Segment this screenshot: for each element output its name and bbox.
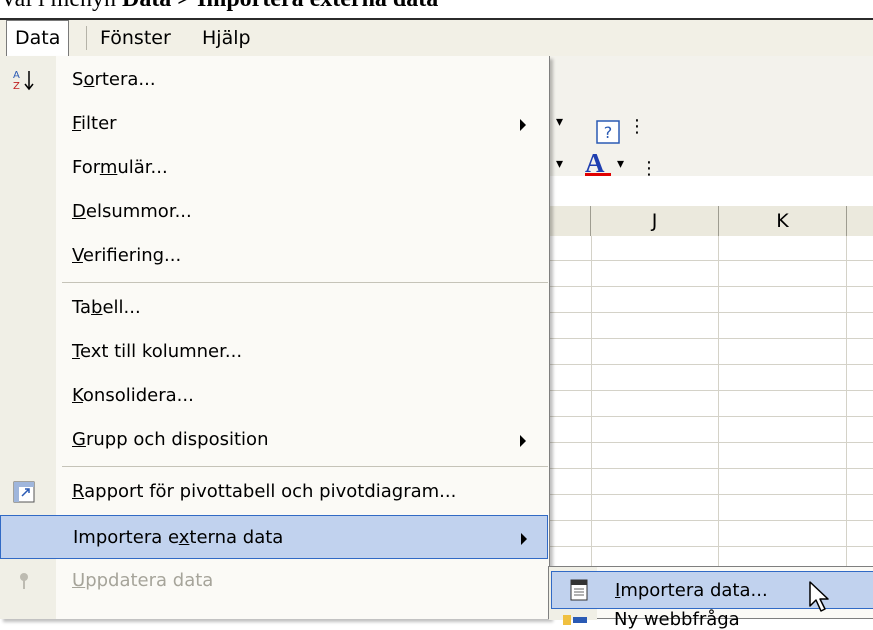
menu-fonster[interactable]: Fönster <box>92 20 179 56</box>
menu-item-sortera[interactable]: A Z Sortera... <box>0 58 548 102</box>
help-icon[interactable]: ? <box>596 120 620 144</box>
web-query-icon <box>563 615 587 625</box>
menu-item-verifiering[interactable]: Verifiering... <box>0 234 548 278</box>
column-header-k[interactable]: K <box>719 206 847 236</box>
grid-line <box>548 520 873 521</box>
mouse-cursor-icon <box>809 581 829 612</box>
menu-item-formular[interactable]: Formulär... <box>0 146 548 190</box>
menu-item-konsolidera[interactable]: Konsolidera... <box>0 374 548 418</box>
refresh-icon <box>20 573 28 589</box>
grid-line <box>548 260 873 261</box>
menu-bar: Data Fönster Hjälp <box>0 20 873 56</box>
svg-text:Z: Z <box>13 81 20 92</box>
toolbar-options-chevron[interactable]: ⋮ <box>628 116 646 137</box>
svg-text:A: A <box>13 70 20 81</box>
column-header-i[interactable] <box>548 206 591 236</box>
grid-line <box>548 494 873 495</box>
data-menu-dropdown: A Z Sortera... Filter Formulär... Delsum… <box>0 56 550 619</box>
grid-line <box>548 364 873 365</box>
menu-item-importera-externa-data[interactable]: Importera externa data <box>0 515 548 559</box>
grid-line <box>548 546 873 547</box>
menu-item-uppdatera-data: Uppdatera data <box>0 559 548 603</box>
grid-line <box>548 468 873 469</box>
grid-line <box>846 236 847 619</box>
svg-text:?: ? <box>604 123 613 142</box>
menu-item-filter[interactable]: Filter <box>0 102 548 146</box>
page-caption: Val i menyn Data > Importera externa dat… <box>0 0 438 16</box>
zoom-dropdown-arrow[interactable]: ▾ <box>556 114 563 130</box>
grid-line <box>548 416 873 417</box>
menu-hjalp[interactable]: Hjälp <box>194 20 259 56</box>
menubar-separator <box>86 26 87 50</box>
sort-ascending-icon: A Z <box>13 70 34 92</box>
excel-window: Data Fönster Hjälp ▾ ? ⋮ ▾ A ▾ ⋮ J K A Z… <box>0 18 873 630</box>
menu-separator <box>62 466 548 467</box>
menu-data[interactable]: Data <box>6 20 70 56</box>
menu-item-delsummor[interactable]: Delsummor... <box>0 190 548 234</box>
grid-line <box>591 236 592 619</box>
column-headers: J K <box>548 206 873 237</box>
caption-path: Data > Importera externa data <box>122 0 438 12</box>
caption-prefix: Val i menyn <box>0 0 122 12</box>
fill-color-dropdown-arrow[interactable]: ▾ <box>556 156 563 172</box>
menu-item-tabell[interactable]: Tabell... <box>0 286 548 330</box>
submenu-arrow-icon <box>520 435 526 447</box>
menu-separator <box>62 282 548 283</box>
font-color-dropdown-arrow[interactable]: ▾ <box>617 156 624 172</box>
grid-line <box>548 338 873 339</box>
submenu-arrow-icon <box>521 533 527 545</box>
cell-grid[interactable] <box>548 236 873 619</box>
menu-item-pivotrapport[interactable]: Rapport för pivottabell och pivotdiagram… <box>0 470 548 514</box>
menu-item-ny-webbfraga[interactable]: Ny webbfråga <box>614 609 740 630</box>
menu-item-text-till-kolumner[interactable]: Text till kolumner... <box>0 330 548 374</box>
pivot-report-icon <box>13 481 35 503</box>
menu-item-grupp-och-disposition[interactable]: Grupp och disposition <box>0 418 548 462</box>
grid-line <box>548 286 873 287</box>
grid-line <box>548 390 873 391</box>
grid-line <box>548 442 873 443</box>
submenu-arrow-icon <box>520 119 526 131</box>
column-header-j[interactable]: J <box>591 206 719 236</box>
import-data-icon <box>570 579 588 601</box>
standard-toolbar <box>548 56 873 106</box>
grid-line <box>718 236 719 619</box>
grid-line <box>548 312 873 313</box>
formula-bar[interactable] <box>548 176 873 207</box>
